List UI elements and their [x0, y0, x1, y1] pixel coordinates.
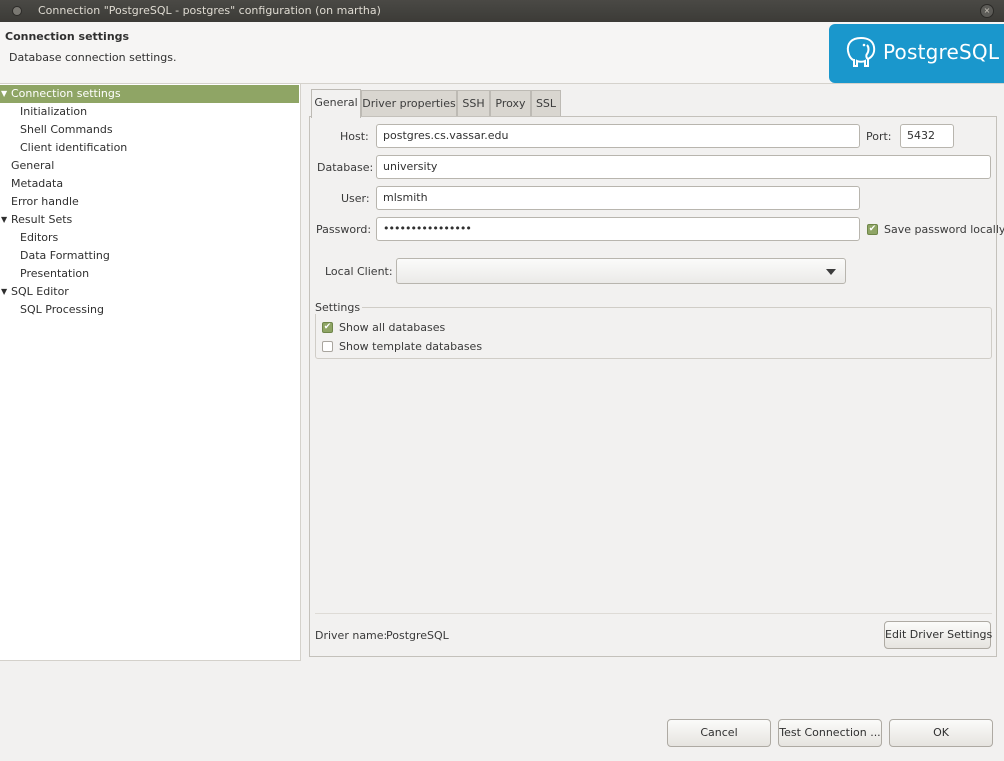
chevron-down-icon — [826, 269, 836, 275]
divider — [315, 613, 992, 614]
tree-item-label: Initialization — [20, 105, 88, 118]
driver-name-label: Driver name: — [315, 629, 388, 642]
edit-driver-settings-button[interactable]: Edit Driver Settings — [884, 621, 992, 649]
show-template-databases-label: Show template databases — [339, 340, 483, 353]
tree-item-label: Shell Commands — [20, 123, 113, 136]
tree-item-error-handle[interactable]: Error handle — [0, 193, 299, 211]
tree-item-label: Client identification — [20, 141, 128, 154]
tree-item-editors[interactable]: Editors — [0, 229, 299, 247]
window-title: Connection "PostgreSQL - postgres" confi… — [38, 4, 381, 17]
tree-item-connection-settings[interactable]: ▼ Connection settings — [0, 85, 299, 103]
database-field[interactable]: university — [376, 155, 991, 179]
window-titlebar: Connection "PostgreSQL - postgres" confi… — [0, 0, 1004, 22]
port-field[interactable]: 5432 — [900, 124, 954, 148]
expand-arrow-icon[interactable]: ▼ — [1, 283, 7, 301]
tab-ssl[interactable]: SSL — [531, 90, 561, 117]
header-title: Connection settings — [5, 30, 130, 43]
tree-item-general[interactable]: General — [0, 157, 299, 175]
tree-item-initialization[interactable]: Initialization — [0, 103, 299, 121]
test-connection-button[interactable]: Test Connection ... — [778, 719, 882, 747]
tree-item-label: Error handle — [11, 195, 79, 208]
close-window-icon[interactable]: × — [980, 4, 994, 18]
tree-item-shell-commands[interactable]: Shell Commands — [0, 121, 299, 139]
show-template-databases-checkbox[interactable] — [322, 341, 333, 352]
logo-text: PostgreSQL — [883, 40, 1000, 64]
port-label: Port: — [866, 130, 892, 143]
tree-item-label: General — [11, 159, 55, 172]
local-client-label: Local Client: — [325, 265, 393, 278]
tab-ssh[interactable]: SSH — [457, 90, 490, 117]
host-label: Host: — [340, 130, 369, 143]
cancel-button[interactable]: Cancel — [667, 719, 771, 747]
tree-item-sql-editor[interactable]: ▼ SQL Editor — [0, 283, 299, 301]
local-client-dropdown[interactable] — [396, 258, 846, 284]
save-password-checkbox[interactable]: ✔ — [867, 224, 878, 235]
show-all-databases-checkbox[interactable]: ✔ — [322, 322, 333, 333]
password-label: Password: — [316, 223, 372, 236]
tree-item-presentation[interactable]: Presentation — [0, 265, 299, 283]
tree-item-data-formatting[interactable]: Data Formatting — [0, 247, 299, 265]
tree-item-label: SQL Processing — [20, 303, 105, 316]
expand-arrow-icon[interactable]: ▼ — [1, 85, 7, 103]
tree-item-metadata[interactable]: Metadata — [0, 175, 299, 193]
tab-proxy[interactable]: Proxy — [490, 90, 531, 117]
user-label: User: — [341, 192, 370, 205]
tree-item-label: Editors — [20, 231, 59, 244]
tree-item-label: Metadata — [11, 177, 64, 190]
tree-item-label: SQL Editor — [11, 285, 69, 298]
header-subtitle: Database connection settings. — [9, 51, 177, 64]
window-menu-icon[interactable] — [12, 6, 22, 16]
password-field[interactable]: •••••••••••••••• — [376, 217, 860, 241]
tree-item-result-sets[interactable]: ▼ Result Sets — [0, 211, 299, 229]
host-field[interactable]: postgres.cs.vassar.edu — [376, 124, 860, 148]
driver-name-value: PostgreSQL — [386, 629, 449, 642]
tree-item-label: Connection settings — [11, 87, 121, 100]
tree-item-client-identification[interactable]: Client identification — [0, 139, 299, 157]
tree-item-label: Result Sets — [11, 213, 73, 226]
postgresql-elephant-icon — [846, 36, 876, 67]
ok-button[interactable]: OK — [889, 719, 993, 747]
general-tab-panel: Host: postgres.cs.vassar.edu Port: 5432 … — [309, 116, 1004, 657]
tab-general[interactable]: General — [311, 89, 361, 118]
settings-group-legend: Settings — [315, 301, 363, 314]
postgresql-logo: PostgreSQL — [829, 24, 1004, 83]
tab-driver-properties[interactable]: Driver properties — [361, 90, 457, 117]
tree-item-label: Data Formatting — [20, 249, 110, 262]
database-label: Database: — [317, 161, 374, 174]
show-all-databases-label: Show all databases — [339, 321, 446, 334]
tree-item-sql-processing[interactable]: SQL Processing — [0, 301, 299, 319]
save-password-label: Save password locally — [884, 223, 1004, 236]
tree-item-label: Presentation — [20, 267, 90, 280]
settings-tree: ▼ Connection settings Initialization She… — [0, 84, 301, 661]
user-field[interactable]: mlsmith — [376, 186, 860, 210]
expand-arrow-icon[interactable]: ▼ — [1, 211, 7, 229]
